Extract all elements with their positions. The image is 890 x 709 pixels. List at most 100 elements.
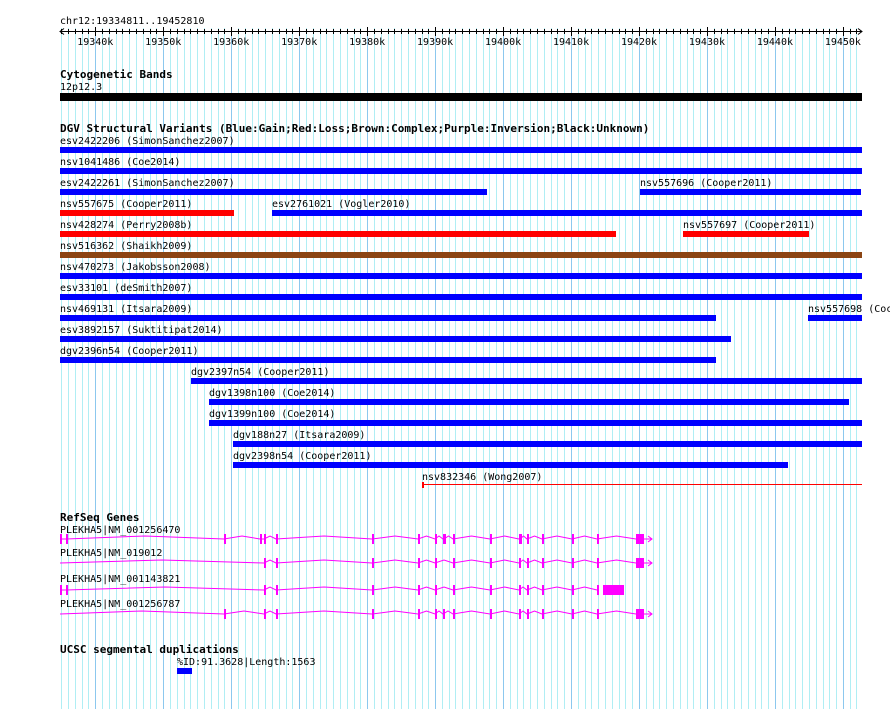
variant-bar[interactable]: [233, 441, 862, 447]
exon: [572, 585, 574, 595]
exon: [435, 609, 437, 619]
ruler-tick-label: 19340k: [77, 37, 113, 48]
variant-label: nsv557697 (Cooper2011): [683, 220, 815, 231]
track-title-refseq-genes: RefSeq Genes: [60, 511, 139, 524]
exon: [444, 534, 446, 544]
ruler-tick-label: 19420k: [621, 37, 657, 48]
variant-label: nsv557696 (Cooper2011): [640, 178, 772, 189]
variant-bar[interactable]: [60, 231, 616, 237]
variant-label: nsv428274 (Perry2008b): [60, 220, 192, 231]
variant-label: dgv188n27 (Itsara2009): [233, 430, 365, 441]
variant-bar[interactable]: [60, 147, 862, 153]
exon: [490, 534, 492, 544]
variant-bar[interactable]: [60, 252, 862, 258]
variant-bar[interactable]: [683, 231, 809, 237]
variant-start-marker: [422, 482, 424, 488]
variant-bar[interactable]: [60, 357, 716, 363]
exon: [597, 609, 599, 619]
variant-bar[interactable]: [60, 210, 234, 216]
exon: [542, 534, 544, 544]
exon: [435, 534, 437, 544]
track-title-segmental-duplications: UCSC segmental duplications: [60, 643, 239, 656]
intron-line: [60, 586, 598, 591]
ruler-tick-label: 19350k: [145, 37, 181, 48]
exon: [60, 585, 62, 595]
exon: [572, 609, 574, 619]
exon-utr-block: [603, 585, 624, 595]
variant-feature[interactable]: nsv428274 (Perry2008b): [60, 220, 616, 237]
variant-bar[interactable]: [209, 420, 862, 426]
variant-feature[interactable]: nsv557697 (Cooper2011): [683, 220, 815, 237]
variant-feature[interactable]: dgv1399n100 (Coe2014): [209, 409, 862, 426]
variant-label: esv2422206 (SimonSanchez2007): [60, 136, 235, 147]
exon: [572, 558, 574, 568]
exon: [519, 558, 521, 568]
variant-feature[interactable]: esv2761021 (Vogler2010): [272, 199, 862, 216]
exon: [542, 609, 544, 619]
strand-arrow-icon: [643, 559, 653, 567]
variant-bar[interactable]: [272, 210, 862, 216]
variant-label: nsv832346 (Wong2007): [422, 472, 542, 483]
variant-bar[interactable]: [191, 378, 862, 384]
ruler-tick-label: 19370k: [281, 37, 317, 48]
variant-label: esv33101 (deSmith2007): [60, 283, 192, 294]
exon: [66, 534, 68, 544]
gene-feature[interactable]: PLEKHA5|NM_019012: [59, 548, 653, 568]
exon: [260, 534, 262, 544]
ruler-tick-label: 19390k: [417, 37, 453, 48]
variant-feature[interactable]: nsv557696 (Cooper2011): [640, 178, 861, 195]
variant-bar[interactable]: [60, 189, 487, 195]
exon: [264, 558, 266, 568]
exon: [519, 609, 521, 619]
exon: [527, 558, 529, 568]
gene-label: PLEKHA5|NM_001143821: [60, 574, 180, 585]
variant-label: dgv2396n54 (Cooper2011): [60, 346, 198, 357]
ruler-tick-label: 19450k: [825, 37, 861, 48]
exon: [276, 558, 278, 568]
variant-feature[interactable]: dgv188n27 (Itsara2009): [233, 430, 862, 447]
gene-feature[interactable]: PLEKHA5|NM_001256470: [60, 525, 653, 544]
exon: [435, 585, 437, 595]
variant-bar[interactable]: [60, 315, 716, 321]
segdup-bar[interactable]: [177, 668, 192, 674]
gene-label: PLEKHA5|NM_001256470: [60, 525, 180, 536]
exon-utr-block: [636, 534, 644, 544]
genome-browser-panel[interactable]: chr12:19334811..19452810 19340k 19350k 1936…: [0, 0, 890, 709]
variant-feature[interactable]: nsv557698 (Coc: [808, 304, 890, 321]
variant-bar[interactable]: [209, 399, 849, 405]
variant-bar[interactable]: [233, 462, 788, 468]
strand-arrow-icon: [643, 535, 653, 543]
variant-label: dgv1398n100 (Coe2014): [209, 388, 335, 399]
exon: [435, 558, 437, 568]
exon: [276, 609, 278, 619]
variant-feature[interactable]: esv3892157 (Suktitipat2014): [60, 325, 731, 342]
exon: [490, 558, 492, 568]
variant-bar[interactable]: [808, 315, 862, 321]
exon: [264, 609, 266, 619]
variant-bar[interactable]: [640, 189, 861, 195]
variant-bar[interactable]: [60, 168, 862, 174]
exon: [542, 558, 544, 568]
variant-bar[interactable]: [60, 336, 731, 342]
exon: [453, 534, 455, 544]
segdup-label: %ID:91.3628|Length:1563: [177, 657, 315, 668]
variant-label: esv2761021 (Vogler2010): [272, 199, 410, 210]
variant-label: dgv1399n100 (Coe2014): [209, 409, 335, 420]
gene-feature[interactable]: PLEKHA5|NM_001256787: [59, 599, 653, 619]
cytoband-bar[interactable]: [60, 93, 862, 101]
gene-label: PLEKHA5|NM_019012: [60, 548, 162, 559]
exon: [66, 585, 68, 595]
gene-feature[interactable]: PLEKHA5|NM_001143821: [60, 574, 624, 595]
region-label: chr12:19334811..19452810: [60, 16, 205, 27]
variant-feature[interactable]: nsv557675 (Cooper2011): [60, 199, 234, 216]
exon: [276, 534, 278, 544]
exon: [490, 585, 492, 595]
exon: [490, 609, 492, 619]
variant-bar[interactable]: [60, 273, 862, 279]
exon: [264, 585, 266, 595]
exon: [372, 585, 374, 595]
gene-label: PLEKHA5|NM_001256787: [60, 599, 180, 610]
variant-bar[interactable]: [60, 294, 862, 300]
exon: [224, 534, 226, 544]
variant-feature[interactable]: dgv1398n100 (Coe2014): [209, 388, 849, 405]
